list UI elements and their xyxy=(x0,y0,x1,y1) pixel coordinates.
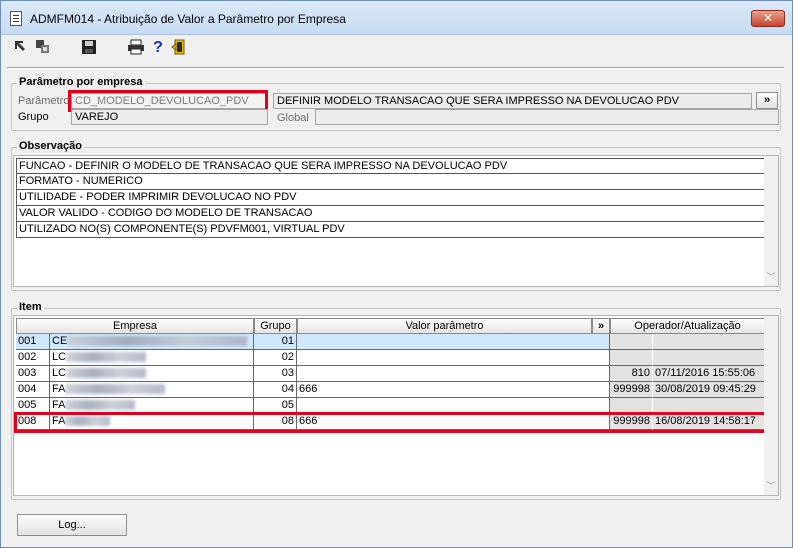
app-window: ADMFM014 - Atribuição de Valor a Parâmet… xyxy=(0,0,793,548)
row-operador: 999998 xyxy=(610,382,653,398)
row-highlight xyxy=(14,412,767,433)
col-header-grupo[interactable]: Grupo xyxy=(254,318,297,334)
table-row[interactable]: 002 LC 02 xyxy=(16,350,766,366)
document-icon xyxy=(10,11,22,26)
table-row[interactable]: 001 CE 01 xyxy=(16,334,766,350)
row-grupo: 02 xyxy=(254,350,297,366)
redacted-blur xyxy=(66,352,147,363)
row-code: 001 xyxy=(16,334,50,350)
select-icon[interactable] xyxy=(13,39,31,57)
redacted-blur xyxy=(66,368,147,379)
global-label: Global xyxy=(277,112,309,124)
observacao-scrollbar[interactable]: ﹀ xyxy=(764,156,778,286)
save-icon[interactable] xyxy=(81,39,99,57)
help-icon[interactable]: ? xyxy=(149,39,167,57)
row-valor[interactable]: 666 xyxy=(297,382,610,398)
scroll-down-icon[interactable]: ﹀ xyxy=(766,272,776,282)
item-grid: Empresa Grupo Valor parâmetro » Operador… xyxy=(13,315,779,496)
table-row[interactable]: 003 LC 03 810 07/11/2016 15:55:06 xyxy=(16,366,766,382)
observacao-line: FUNCAO - DEFINIR O MODELO DE TRANSACAO Q… xyxy=(16,158,766,174)
table-row[interactable]: 004 FA 04 666 999998 30/08/2019 09:45:29 xyxy=(16,382,766,398)
row-valor[interactable] xyxy=(297,350,610,366)
observacao-line: UTILIDADE - PODER IMPRIMIR DEVOLUCAO NO … xyxy=(16,190,766,206)
parametro-group-label: Parâmetro por empresa xyxy=(17,76,145,88)
scroll-down-icon[interactable]: ﹀ xyxy=(766,481,776,491)
redacted-blur xyxy=(67,336,248,347)
row-empresa: CE xyxy=(50,334,254,350)
item-scrollbar[interactable]: ﹀ xyxy=(764,316,778,495)
redacted-blur xyxy=(65,400,136,411)
col-header-operador[interactable]: Operador/Atualização xyxy=(610,318,765,334)
log-button[interactable]: Log... xyxy=(17,514,127,536)
row-code: 004 xyxy=(16,382,50,398)
toolbar-separator xyxy=(7,67,784,69)
row-operador xyxy=(610,350,653,366)
row-grupo: 01 xyxy=(254,334,297,350)
row-empresa: LC xyxy=(50,366,254,382)
row-data: 30/08/2019 09:45:29 xyxy=(653,382,766,398)
observacao-line: UTILIZADO NO(S) COMPONENTE(S) PDVFM001, … xyxy=(16,222,766,238)
col-header-valor[interactable]: Valor parâmetro xyxy=(297,318,592,334)
row-grupo: 03 xyxy=(254,366,297,382)
row-empresa: LC xyxy=(50,350,254,366)
row-valor[interactable] xyxy=(297,366,610,382)
observacao-line: VALOR VALIDO - CODIGO DO MODELO DE TRANS… xyxy=(16,206,766,222)
observacao-group-label: Observação xyxy=(17,140,84,152)
valor-expand-button[interactable]: » xyxy=(592,318,610,334)
item-group-label: Item xyxy=(17,301,44,313)
toolbar: ? xyxy=(5,37,785,59)
title-bar: ADMFM014 - Atribuição de Valor a Parâmet… xyxy=(1,1,792,35)
close-button[interactable]: ✕ xyxy=(751,10,785,27)
parametro-expand-button[interactable]: » xyxy=(756,92,778,109)
row-data: 07/11/2016 15:55:06 xyxy=(653,366,766,382)
row-valor[interactable] xyxy=(297,334,610,350)
observacao-list[interactable]: FUNCAO - DEFINIR O MODELO DE TRANSACAO Q… xyxy=(13,155,779,287)
grupo-field[interactable]: VAREJO xyxy=(71,109,268,125)
print-icon[interactable] xyxy=(127,39,145,57)
parametro-description-field: DEFINIR MODELO TRANSACAO QUE SERA IMPRES… xyxy=(273,93,752,109)
row-code: 003 xyxy=(16,366,50,382)
observacao-line: FORMATO - NUMERICO xyxy=(16,174,766,190)
global-field[interactable] xyxy=(315,109,779,125)
col-header-empresa[interactable]: Empresa xyxy=(16,318,254,334)
redacted-blur xyxy=(65,384,166,395)
row-operador: 810 xyxy=(610,366,653,382)
row-data xyxy=(653,334,766,350)
row-grupo: 04 xyxy=(254,382,297,398)
row-operador xyxy=(610,334,653,350)
window-title: ADMFM014 - Atribuição de Valor a Parâmet… xyxy=(30,12,346,26)
copy-icon[interactable] xyxy=(35,39,53,57)
row-data xyxy=(653,350,766,366)
parametro-label: Parâmetro xyxy=(18,95,70,107)
grupo-label: Grupo xyxy=(18,111,49,123)
row-code: 002 xyxy=(16,350,50,366)
row-empresa: FA xyxy=(50,382,254,398)
exit-door-icon[interactable] xyxy=(171,39,189,57)
